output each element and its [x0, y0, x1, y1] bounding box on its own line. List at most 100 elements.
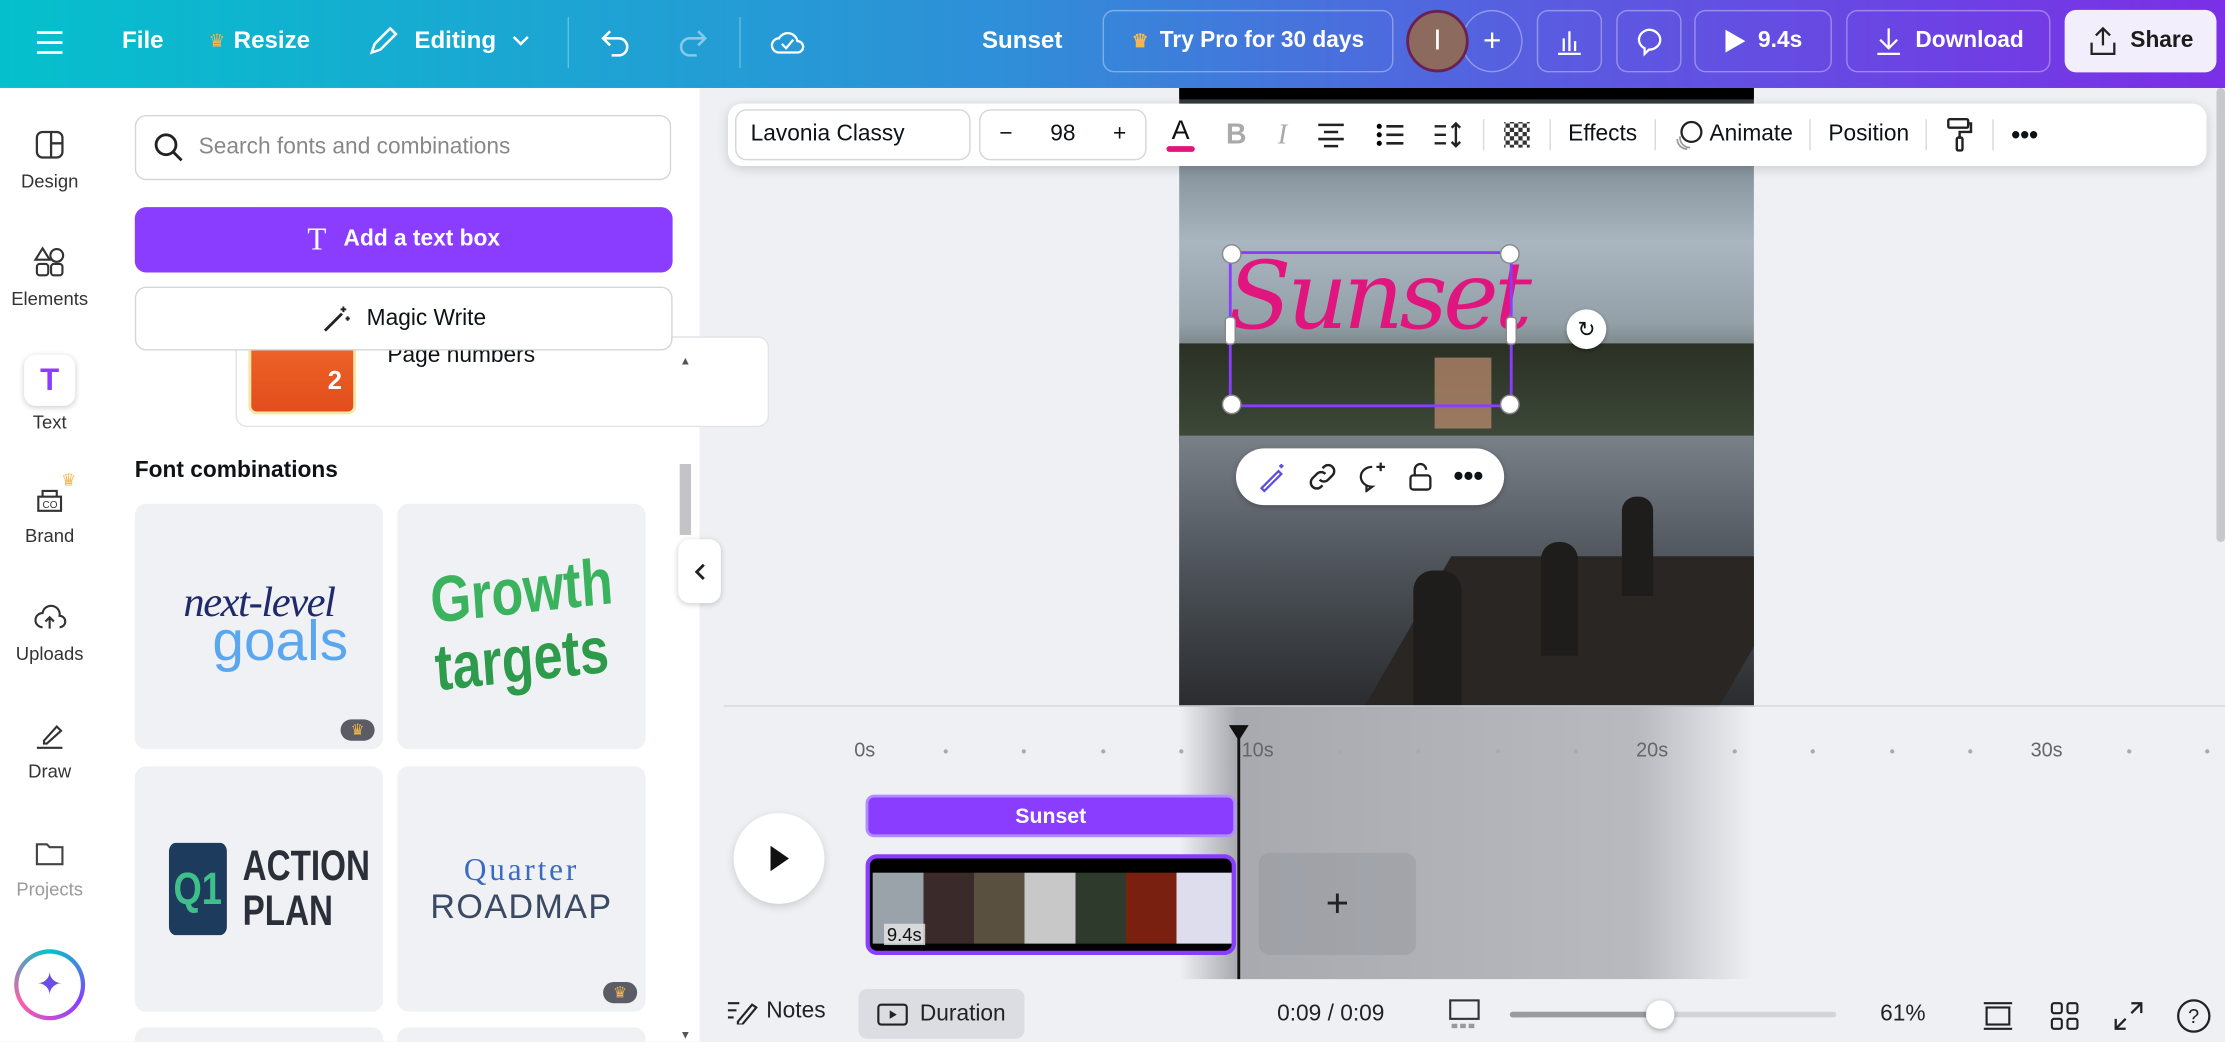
font-family-dropdown[interactable]: Lavonia Classy — [735, 109, 971, 161]
transparency-icon[interactable] — [1501, 119, 1532, 150]
align-center-icon[interactable] — [1316, 121, 1347, 149]
add-collaborator-button[interactable]: + — [1461, 9, 1523, 73]
fullscreen-icon[interactable] — [2111, 999, 2145, 1033]
animate-button[interactable]: Animate — [1673, 119, 1793, 150]
redo-icon[interactable] — [675, 26, 709, 60]
combo-line1: Quarter — [463, 850, 580, 887]
side-handle[interactable] — [1224, 316, 1236, 345]
list-icon[interactable] — [1375, 121, 1406, 149]
download-button[interactable]: Download — [1846, 9, 2051, 73]
resize-handle[interactable] — [1499, 244, 1520, 264]
ruler-tick — [1021, 749, 1027, 754]
svg-text:?: ? — [2188, 1006, 2199, 1028]
magic-edit-icon[interactable] — [1257, 461, 1288, 493]
search-input[interactable]: Search fonts and combinations — [134, 114, 672, 181]
font-combo-card[interactable]: Q1 ACTION PLAN — [134, 766, 384, 1012]
effects-button[interactable]: Effects — [1568, 122, 1637, 148]
italic-button[interactable]: I — [1278, 118, 1287, 151]
rail-item-elements[interactable]: Elements — [0, 245, 99, 309]
help-icon[interactable]: ? — [2175, 998, 2212, 1035]
play-button[interactable]: 9.4s — [1694, 9, 1832, 73]
menu-icon[interactable] — [34, 28, 65, 56]
ruler-tick — [943, 749, 948, 754]
text-track-sunset[interactable]: Sunset — [865, 794, 1236, 838]
insights-button[interactable] — [1536, 9, 1603, 73]
notes-label: Notes — [766, 998, 826, 1024]
rail-item-design[interactable]: Design — [0, 128, 99, 192]
resize-handle[interactable] — [1221, 244, 1242, 264]
color-swatch — [1166, 146, 1195, 152]
add-clip-button[interactable]: + — [1258, 852, 1417, 955]
share-button[interactable]: Share — [2064, 9, 2217, 73]
bold-button[interactable]: B — [1226, 118, 1247, 151]
font-combo-card[interactable]: next-level goals ♛ — [134, 503, 384, 750]
lock-icon[interactable] — [1406, 461, 1434, 492]
grid-view-icon[interactable] — [2048, 999, 2082, 1033]
chevron-left-icon — [692, 561, 706, 581]
duration-button[interactable]: Duration — [858, 989, 1025, 1039]
video-clip[interactable]: 9.4s — [865, 854, 1236, 955]
paint-roller-icon[interactable] — [1945, 116, 1976, 153]
fit-page-icon[interactable] — [1981, 999, 2015, 1033]
crown-icon: ♛ — [1131, 29, 1149, 52]
link-icon[interactable] — [1307, 461, 1338, 492]
more-icon[interactable]: ••• — [1454, 460, 1484, 493]
text-selection-box[interactable] — [1221, 244, 1520, 415]
zoom-percentage[interactable]: 61% — [1880, 1002, 1925, 1028]
panel-scrollbar[interactable]: ▲ ▼ — [675, 350, 695, 1042]
ruler-tick — [1889, 749, 1895, 754]
file-menu[interactable]: File — [122, 27, 164, 55]
playhead-handle[interactable] — [1228, 725, 1249, 741]
duration-label: Duration — [919, 1001, 1006, 1026]
page-view-icon[interactable] — [1447, 998, 1481, 1032]
collapse-panel-button[interactable] — [678, 539, 721, 604]
font-size-value[interactable]: 98 — [1050, 122, 1075, 148]
try-pro-button[interactable]: ♛ Try Pro for 30 days — [1102, 9, 1394, 73]
canvas-scrollbar[interactable] — [2216, 87, 2225, 543]
ruler-label: 0s — [854, 737, 876, 761]
cloud-saved-icon[interactable] — [769, 24, 806, 61]
comments-button[interactable] — [1616, 9, 1682, 73]
magic-write-button[interactable]: Magic Write — [134, 286, 673, 351]
text-icon: T — [24, 354, 76, 406]
notes-button[interactable]: Notes — [727, 999, 826, 1025]
more-options-icon[interactable]: ••• — [2011, 120, 2038, 150]
zoom-slider[interactable] — [1509, 1000, 1837, 1029]
resize-handle[interactable] — [1221, 394, 1242, 415]
avatar[interactable]: I — [1406, 9, 1469, 73]
avatar-initial: I — [1433, 24, 1442, 57]
text-color-button[interactable]: A — [1166, 118, 1195, 152]
design-title[interactable]: Sunset — [982, 27, 1062, 55]
font-size-stepper[interactable]: − 98 + — [979, 109, 1147, 161]
undo-icon[interactable] — [599, 26, 633, 60]
timeline-play-button[interactable] — [733, 813, 825, 904]
try-pro-label: Try Pro for 30 days — [1159, 28, 1365, 53]
download-label: Download — [1915, 28, 2024, 53]
animate-label: Animate — [1709, 122, 1793, 147]
position-button[interactable]: Position — [1828, 122, 1909, 148]
rail-item-projects[interactable]: Projects — [0, 836, 99, 900]
resize-button[interactable]: ♛ Resize — [209, 27, 311, 55]
increase-size-button[interactable]: + — [1113, 122, 1126, 148]
editing-dropdown[interactable]: Editing — [366, 24, 530, 58]
svg-text:CO: CO — [43, 500, 58, 511]
rotate-icon[interactable]: ↻ — [1566, 309, 1607, 350]
resize-handle[interactable] — [1499, 394, 1520, 415]
ruler-label: 10s — [1241, 737, 1274, 761]
rail-item-brand[interactable]: CO Brand ♛ — [0, 470, 99, 547]
zoom-slider-thumb[interactable] — [1646, 1000, 1675, 1029]
decrease-size-button[interactable]: − — [999, 122, 1012, 148]
font-combo-card[interactable]: Quarter ROADMAP ♛ — [397, 766, 646, 1012]
rail-item-text[interactable]: T Text — [0, 354, 99, 433]
side-handle[interactable] — [1505, 316, 1517, 345]
combo-line1: Q1 — [169, 842, 227, 936]
add-comment-icon[interactable] — [1357, 461, 1388, 493]
rail-item-uploads[interactable]: Uploads — [0, 600, 99, 664]
add-text-box-button[interactable]: T Add a text box — [134, 207, 673, 273]
font-combo-card[interactable]: Growth targets — [397, 503, 646, 750]
rail-item-draw[interactable]: Draw — [0, 718, 99, 782]
magic-assistant-button[interactable]: ✦ — [14, 949, 86, 1021]
spacing-icon[interactable] — [1432, 121, 1466, 149]
playhead[interactable] — [1237, 737, 1241, 980]
playback-time: 0:09 / 0:09 — [1277, 1001, 1385, 1026]
